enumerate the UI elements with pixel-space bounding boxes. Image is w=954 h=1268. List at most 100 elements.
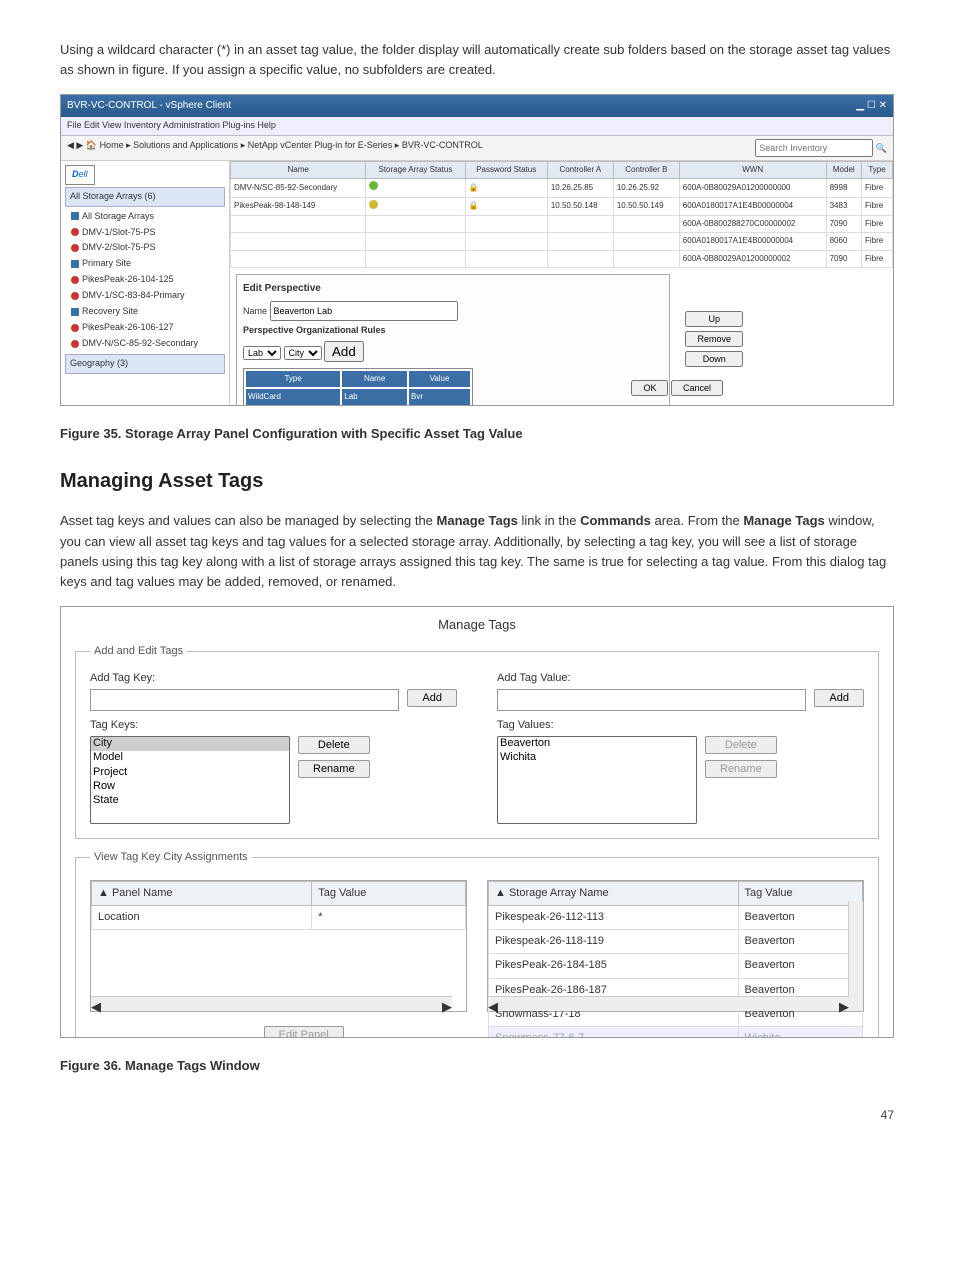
rule-mid-select[interactable]: City	[284, 346, 322, 360]
col-panel-name[interactable]: ▲ Panel Name	[92, 882, 312, 906]
delete-key-button[interactable]: Delete	[298, 736, 370, 754]
horizontal-scrollbar[interactable]: ◀▶	[488, 996, 849, 1011]
col-password[interactable]: Password Status	[465, 161, 547, 178]
panel-table-wrap: ▲ Panel Name Tag Value Location * ◀▶	[90, 880, 467, 1012]
rule-left-select[interactable]: Lab	[243, 346, 281, 360]
storage-array-grid: Name Storage Array Status Password Statu…	[230, 161, 893, 268]
horizontal-scrollbar[interactable]: ◀▶	[91, 996, 452, 1011]
remove-button[interactable]: Remove	[685, 331, 743, 347]
col-name[interactable]: Name	[231, 161, 366, 178]
table-row[interactable]: 600A0180017A1E4B000000048060Fibre	[231, 233, 893, 250]
page-number: 47	[60, 1106, 894, 1125]
lock-icon: 🔒	[465, 179, 547, 197]
fieldset-legend: View Tag Key City Assignments	[90, 849, 252, 866]
tree-group-primary[interactable]: Primary Site	[65, 256, 225, 272]
tree-header-all[interactable]: All Storage Arrays (6)	[65, 187, 225, 207]
table-row[interactable]: 600A-0B80029A012000000027090Fibre	[231, 250, 893, 267]
table-row[interactable]: PikesPeak-98-148-149🔒10.50.50.14810.50.5…	[231, 197, 893, 215]
figure35-caption: Figure 35. Storage Array Panel Configura…	[60, 424, 894, 444]
lock-icon: 🔒	[465, 197, 547, 215]
col-wwn[interactable]: WWN	[679, 161, 826, 178]
perspective-name-input[interactable]	[270, 301, 458, 321]
view-assignments-fieldset: View Tag Key City Assignments ▲ Panel Na…	[75, 849, 879, 1038]
figure35-screenshot: BVR-VC-CONTROL - vSphere Client ▁ ☐ ✕ Fi…	[60, 94, 894, 406]
crumb-solutions[interactable]: Solutions and Applications	[133, 140, 238, 150]
intro-paragraph: Using a wildcard character (*) in an ass…	[60, 40, 894, 80]
figure36-caption: Figure 36. Manage Tags Window	[60, 1056, 894, 1076]
breadcrumb: ◀ ▶ 🏠 Home ▸ Solutions and Applications …	[61, 136, 893, 161]
edit-panel-button[interactable]: Edit Panel	[264, 1026, 344, 1038]
tree-group-recovery[interactable]: Recovery Site	[65, 304, 225, 320]
col-type[interactable]: Type	[861, 161, 892, 178]
status-warn-icon	[369, 200, 378, 209]
table-row[interactable]: Pikespeak-26-112-113Beaverton	[489, 906, 863, 930]
crumb-plugin[interactable]: NetApp vCenter Plug-in for E-Series	[248, 140, 393, 150]
rule-add-button[interactable]: Add	[324, 341, 364, 362]
window-controls-icon[interactable]: ▁ ☐ ✕	[856, 98, 887, 114]
col-status[interactable]: Storage Array Status	[366, 161, 465, 178]
tag-keys-list[interactable]: City Model Project Row State	[90, 736, 290, 824]
add-tag-value-label: Add Tag Value:	[497, 670, 864, 687]
col-ctrl-a[interactable]: Controller A	[547, 161, 613, 178]
panel-title: Edit Perspective	[243, 281, 663, 297]
table-row[interactable]: 600A-0B800288270C000000027090Fibre	[231, 215, 893, 232]
rename-value-button[interactable]: Rename	[705, 760, 777, 778]
table-row[interactable]: Snowmass-77-6-7Wichita	[489, 1026, 863, 1038]
edit-perspective-panel: Edit Perspective Name Perspective Organi…	[236, 274, 670, 406]
add-tag-value-input[interactable]	[497, 689, 806, 711]
tree-item[interactable]: PikesPeak-26-104-125	[65, 272, 225, 288]
rules-title: Perspective Organizational Rules	[243, 324, 663, 338]
window-title: BVR-VC-CONTROL - vSphere Client	[67, 98, 231, 114]
window-titlebar: BVR-VC-CONTROL - vSphere Client ▁ ☐ ✕	[61, 95, 893, 117]
tree-item[interactable]: DMV-1/SC-83-84-Primary	[65, 288, 225, 304]
col-ctrl-b[interactable]: Controller B	[613, 161, 679, 178]
table-row[interactable]: Pikespeak-26-118-119Beaverton	[489, 930, 863, 954]
array-assignments-table: ▲ Storage Array Name Tag Value Pikespeak…	[488, 881, 863, 1038]
managing-paragraph: Asset tag keys and values can also be ma…	[60, 511, 894, 592]
crumb-home[interactable]: Home	[100, 140, 124, 150]
table-row[interactable]: WildCardLabBvr	[246, 389, 470, 405]
vertical-scrollbar[interactable]	[848, 901, 863, 1011]
menu-bar[interactable]: File Edit View Inventory Administration …	[61, 117, 893, 136]
tree-item[interactable]: PikesPeak-26-106-127	[65, 320, 225, 336]
col-model[interactable]: Model	[826, 161, 861, 178]
fieldset-legend: Add and Edit Tags	[90, 643, 187, 660]
col-array-name[interactable]: ▲ Storage Array Name	[489, 882, 739, 906]
tag-values-list[interactable]: Beaverton Wichita	[497, 736, 697, 824]
main-panel: Name Storage Array Status Password Statu…	[230, 161, 893, 407]
tree-group-all[interactable]: All Storage Arrays	[65, 209, 225, 225]
managing-asset-tags-heading: Managing Asset Tags	[60, 466, 894, 497]
table-row[interactable]: PikesPeak-26-184-185Beaverton	[489, 954, 863, 978]
add-edit-tags-fieldset: Add and Edit Tags Add Tag Key: Add Tag K…	[75, 643, 879, 839]
tag-keys-label: Tag Keys:	[90, 717, 457, 734]
table-row[interactable]: Location *	[92, 906, 466, 930]
rules-mini-table: TypeNameValue WildCardLabBvr	[243, 368, 473, 407]
add-value-button[interactable]: Add	[814, 689, 864, 707]
status-ok-icon	[369, 181, 378, 190]
search-input[interactable]	[755, 139, 873, 157]
col-tag-value[interactable]: Tag Value	[738, 882, 862, 906]
add-key-button[interactable]: Add	[407, 689, 457, 707]
col-tag-value[interactable]: Tag Value	[312, 882, 466, 906]
crumb-host[interactable]: BVR-VC-CONTROL	[402, 140, 483, 150]
tree-item[interactable]: DMV-N/SC-85-92-Secondary	[65, 336, 225, 352]
tree-item[interactable]: DMV-2/Slot-75-PS	[65, 240, 225, 256]
array-table-wrap: ▲ Storage Array Name Tag Value Pikespeak…	[487, 880, 864, 1012]
figure36-screenshot: Manage Tags Add and Edit Tags Add Tag Ke…	[60, 606, 894, 1038]
tree-item[interactable]: DMV-1/Slot-75-PS	[65, 225, 225, 241]
add-tag-key-input[interactable]	[90, 689, 399, 711]
search-icon[interactable]: 🔍	[876, 143, 887, 153]
up-button[interactable]: Up	[685, 311, 743, 327]
dialog-title: Manage Tags	[61, 607, 893, 639]
delete-value-button[interactable]: Delete	[705, 736, 777, 754]
ok-button[interactable]: OK	[631, 380, 668, 396]
tag-values-label: Tag Values:	[497, 717, 864, 734]
cancel-button[interactable]: Cancel	[671, 380, 723, 396]
rule-button-column: Up Remove Down	[685, 311, 743, 367]
add-tag-key-label: Add Tag Key:	[90, 670, 457, 687]
tree-header-geo[interactable]: Geography (3)	[65, 354, 225, 374]
panel-assignments-table: ▲ Panel Name Tag Value Location *	[91, 881, 466, 930]
table-row[interactable]: DMV-N/SC-85-92-Secondary🔒10.26.25.8510.2…	[231, 179, 893, 197]
rename-key-button[interactable]: Rename	[298, 760, 370, 778]
down-button[interactable]: Down	[685, 351, 743, 367]
